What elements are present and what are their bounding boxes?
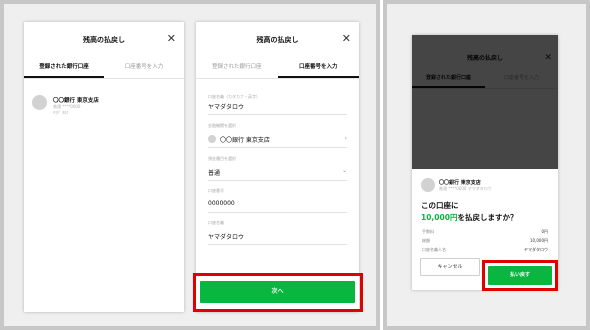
holder-value: ヤマダタロウ xyxy=(524,247,548,252)
divider xyxy=(208,180,347,181)
registered-accounts-screen: 残高の払戻し ✕ 登録された銀行口座 口座番号を入力 〇〇銀行 東京支店 普通 … xyxy=(24,22,184,312)
bank-avatar xyxy=(208,135,216,143)
account-number-label: 口座番号 xyxy=(208,188,224,193)
fee-value: 0円 xyxy=(541,229,548,234)
holder-input[interactable]: ヤマダタロウ xyxy=(208,232,244,241)
total-label: 総額 xyxy=(422,238,430,243)
dim-overlay xyxy=(412,35,558,169)
tab-bar: 登録された銀行口座 口座番号を入力 xyxy=(24,58,184,79)
account-number-input[interactable]: 0000000 xyxy=(208,200,235,207)
holder-label: 口座名義 xyxy=(208,220,224,225)
divider xyxy=(208,114,347,115)
bank-name: 〇〇銀行 東京支店 xyxy=(439,180,481,186)
holder-kana-input[interactable]: ヤマダタロウ xyxy=(208,102,244,111)
total-row: 総額 10,000円 xyxy=(422,238,548,244)
bank-avatar xyxy=(32,95,47,110)
confirm-question-line1: この口座に xyxy=(421,201,459,210)
account-type-label: 預金種目を選択 xyxy=(208,156,236,161)
bank-name: 〇〇銀行 東京支店 xyxy=(53,98,99,104)
tab-enter-account-number[interactable]: 口座番号を入力 xyxy=(277,58,359,78)
confirm-question: 10,000円を払戻しますか？ xyxy=(421,212,517,223)
close-icon[interactable]: ✕ xyxy=(167,33,176,45)
bank-avatar xyxy=(421,178,435,192)
confirm-question-line2: を払戻しますか？ xyxy=(457,213,518,222)
bank-select-value: 〇〇銀行 東京支店 xyxy=(220,137,270,144)
tab-enter-account-number[interactable]: 口座番号を入力 xyxy=(104,58,184,78)
tab-registered-accounts[interactable]: 登録された銀行口座 xyxy=(196,58,278,78)
chevron-down-icon: ⌄ xyxy=(341,167,347,174)
tab-bar: 登録された銀行口座 口座番号を入力 xyxy=(196,58,359,79)
holder-row: 口座名義人名 ヤマダタロウ xyxy=(422,247,548,253)
tab-registered-accounts[interactable]: 登録された銀行口座 xyxy=(24,58,104,78)
bank-select-label: 金融機関を選択 xyxy=(208,123,236,128)
account-detail: 普通 ****0000 ヤマダタロウ xyxy=(439,186,492,191)
divider xyxy=(208,147,347,148)
enter-account-screen: 残高の払戻し ✕ 登録された銀行口座 口座番号を入力 口座名義（カタカナ・英字）… xyxy=(196,22,359,312)
account-type-value: 普通 xyxy=(208,170,221,177)
divider xyxy=(208,212,347,213)
modal-title: 残高の払戻し xyxy=(256,36,299,44)
chevron-right-icon: › xyxy=(344,135,347,142)
close-icon[interactable]: ✕ xyxy=(342,33,351,45)
confirm-refund-button[interactable]: 払い戻す xyxy=(488,266,552,285)
next-button[interactable]: 次へ xyxy=(200,281,355,303)
holder-kana-label: 口座名義（カタカナ・英字） xyxy=(208,94,260,99)
total-value: 10,000円 xyxy=(530,238,548,243)
fee-label: 手数料 xyxy=(422,229,434,234)
holder-label: 口座名義人名 xyxy=(422,247,446,252)
amount: 10,000円 xyxy=(421,213,458,222)
cancel-button[interactable]: キャンセル xyxy=(420,258,480,276)
divider xyxy=(208,244,347,245)
modal-title: 残高の払戻し xyxy=(83,36,125,44)
fee-row: 手数料 0円 xyxy=(422,229,548,235)
account-holder: ﾔﾏﾀﾞ ﾀﾛｳ xyxy=(53,110,69,115)
confirm-screen: 残高の払戻し ✕ 登録された銀行口座 口座番号を入力 〇〇銀行 東京支店 普通 … xyxy=(412,35,558,290)
